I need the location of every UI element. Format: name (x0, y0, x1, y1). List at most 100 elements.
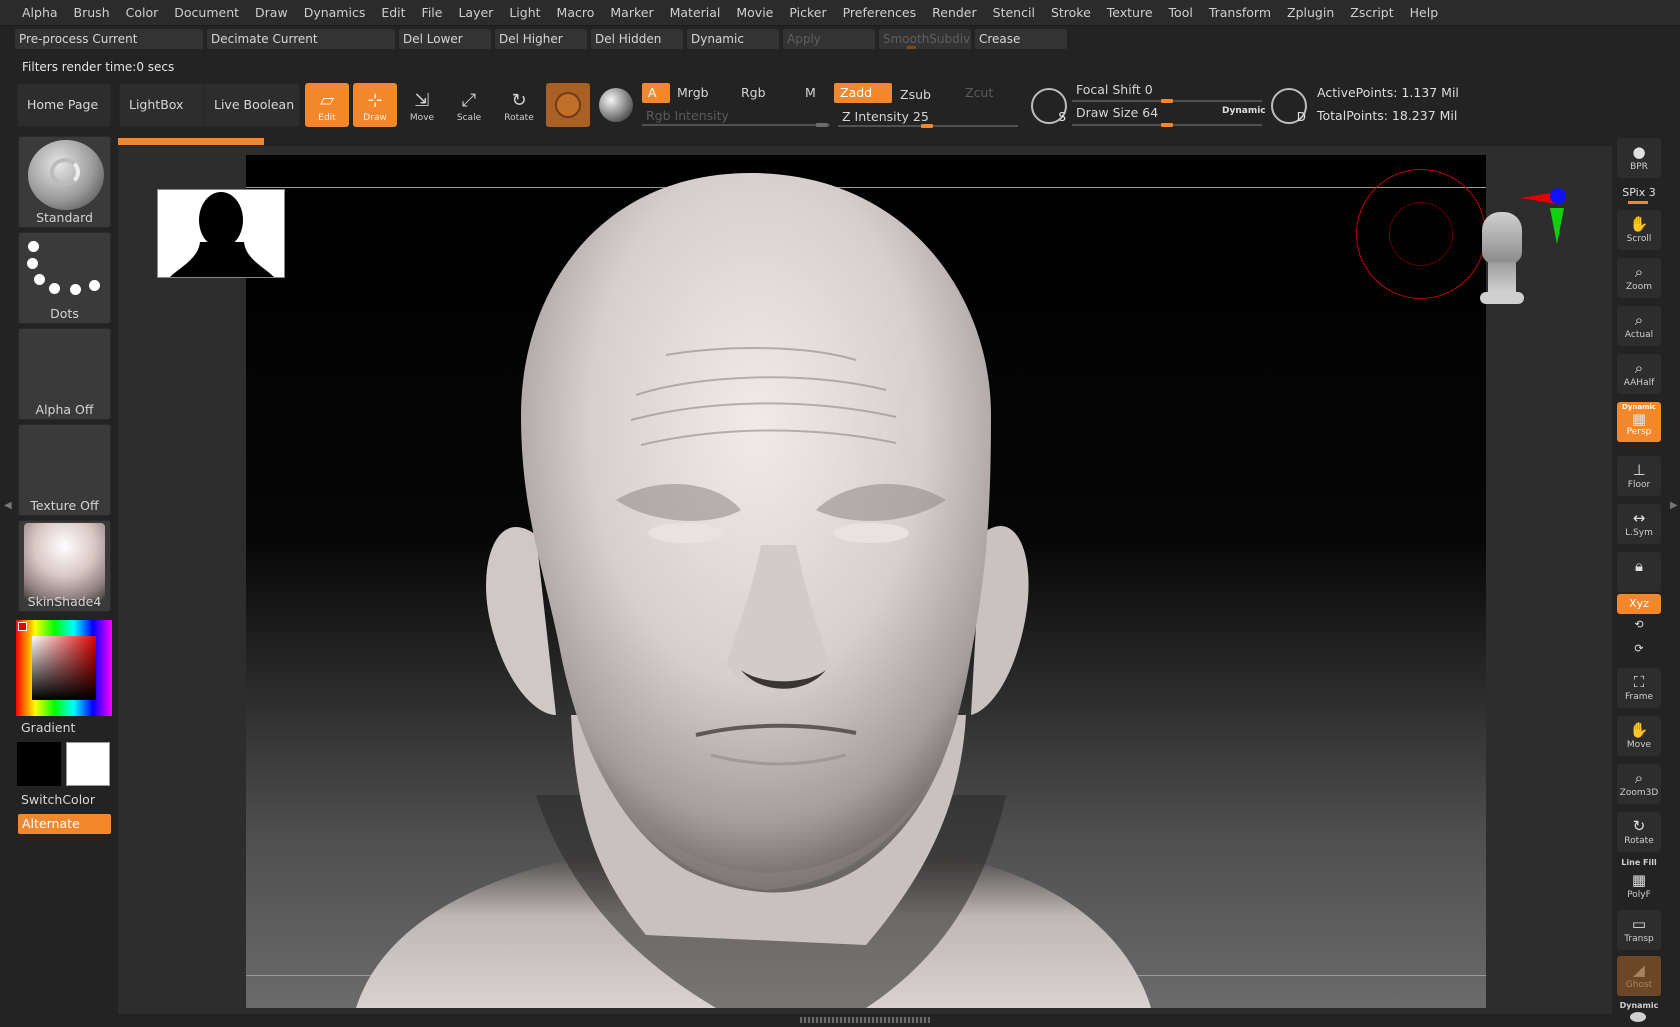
zoom3d-button[interactable]: ⌕ Zoom3D (1617, 764, 1661, 804)
zcut-toggle[interactable]: Zcut (959, 83, 1019, 103)
rotate-z-icon[interactable]: ⟳ (1617, 642, 1661, 655)
menu-file[interactable]: File (414, 5, 451, 20)
menu-marker[interactable]: Marker (602, 5, 661, 20)
stroke-selector[interactable]: Dots (18, 232, 111, 324)
menu-light[interactable]: Light (501, 5, 548, 20)
menu-material[interactable]: Material (662, 5, 729, 20)
command-row: Pre-process Current Decimate Current Del… (0, 27, 1680, 51)
persp-button[interactable]: Dynamic ▦ Persp (1617, 402, 1661, 442)
move-view-button[interactable]: ✋ Move (1617, 716, 1661, 756)
silhouette-thumbnail[interactable] (157, 189, 285, 278)
dynamic-size-toggle[interactable]: Dynamic (1222, 106, 1266, 116)
material-selector[interactable]: SkinShade4 (18, 520, 111, 612)
menu-color[interactable]: Color (118, 5, 167, 20)
menu-macro[interactable]: Macro (549, 5, 603, 20)
live-boolean-button[interactable]: Live Boolean (204, 83, 300, 127)
menu-dynamics[interactable]: Dynamics (296, 5, 374, 20)
rotate-mode-button[interactable]: ↻ Rotate (497, 83, 541, 127)
menu-preferences[interactable]: Preferences (835, 5, 925, 20)
viewport[interactable] (246, 155, 1486, 1008)
bottom-tray-handle[interactable] (800, 1017, 930, 1023)
brush-selector[interactable]: Standard (18, 136, 111, 228)
smoothsubdiv-slider[interactable]: SmoothSubdiv (879, 29, 971, 49)
menu-draw[interactable]: Draw (247, 5, 296, 20)
switch-color-button[interactable]: SwitchColor (21, 792, 95, 807)
decimate-current-button[interactable]: Decimate Current (207, 29, 395, 49)
menu-picker[interactable]: Picker (781, 5, 834, 20)
sculpted-head-model[interactable] (246, 155, 1486, 1008)
texture-selector[interactable]: Texture Off (18, 424, 111, 516)
rotate-y-icon[interactable]: ⟲ (1617, 618, 1661, 631)
axis-gizmo[interactable] (1520, 188, 1568, 246)
focal-shift-s-icon[interactable]: S (1031, 88, 1067, 124)
menu-render[interactable]: Render (924, 5, 985, 20)
a-toggle[interactable]: A (642, 83, 670, 103)
shading-sphere-icon[interactable] (599, 88, 633, 122)
color-picker[interactable] (16, 620, 112, 716)
spix-knob[interactable] (1628, 201, 1648, 204)
edit-mode-button[interactable]: ▱ Edit (305, 83, 349, 127)
scroll-button[interactable]: ✋ Scroll (1617, 210, 1661, 250)
material-picker-button[interactable] (546, 83, 590, 127)
z-intensity-knob[interactable] (921, 124, 933, 128)
left-tray-toggle-icon[interactable]: ◀ (4, 500, 12, 511)
dynamic-button[interactable]: Dynamic (687, 29, 779, 49)
menu-transform[interactable]: Transform (1201, 5, 1279, 20)
main-color-swatch[interactable] (17, 742, 61, 786)
draw-mode-button[interactable]: ⊹ Draw (353, 83, 397, 127)
rgb-intensity-track[interactable] (642, 124, 830, 126)
secondary-color-swatch[interactable] (66, 742, 110, 786)
alternate-button[interactable]: Alternate (18, 814, 111, 834)
home-page-button[interactable]: Home Page (17, 83, 111, 127)
apply-button[interactable]: Apply (783, 29, 875, 49)
bpr-render-button[interactable]: ● BPR (1617, 138, 1661, 178)
xyz-button[interactable]: Xyz (1617, 594, 1661, 614)
polyf-button[interactable]: ▦ PolyF (1617, 866, 1661, 902)
alpha-selector[interactable]: Alpha Off (18, 328, 111, 420)
dynamic-d-icon[interactable]: D (1271, 88, 1307, 124)
draw-size-knob[interactable] (1161, 123, 1173, 127)
menu-layer[interactable]: Layer (450, 5, 501, 20)
scale-mode-button[interactable]: ⤢ Scale (447, 83, 491, 127)
lock-button[interactable]: 🔒︎ (1617, 552, 1661, 592)
menu-stencil[interactable]: Stencil (985, 5, 1043, 20)
aahalf-button[interactable]: ⌕ AAHalf (1617, 354, 1661, 394)
del-higher-button[interactable]: Del Higher (495, 29, 587, 49)
menu-texture[interactable]: Texture (1099, 5, 1161, 20)
ghost-button[interactable]: ◢ Ghost (1617, 956, 1661, 996)
rgb-toggle[interactable]: Rgb (735, 83, 791, 103)
menu-brush[interactable]: Brush (66, 5, 118, 20)
menu-movie[interactable]: Movie (728, 5, 781, 20)
menu-tool[interactable]: Tool (1161, 5, 1201, 20)
menu-document[interactable]: Document (166, 5, 247, 20)
menu-zplugin[interactable]: Zplugin (1279, 5, 1342, 20)
zsub-toggle[interactable]: Zsub (894, 85, 954, 105)
menu-edit[interactable]: Edit (373, 5, 413, 20)
zadd-toggle[interactable]: Zadd (834, 83, 892, 103)
right-tray-toggle-icon[interactable]: ▶ (1670, 500, 1678, 511)
gradient-label[interactable]: Gradient (21, 720, 75, 735)
floor-button[interactable]: ⊥ Floor (1617, 456, 1661, 496)
zoom-button[interactable]: ⌕ Zoom (1617, 258, 1661, 298)
spix-slider[interactable]: SPix 3 (1617, 186, 1661, 199)
m-toggle[interactable]: M (799, 83, 829, 103)
move-mode-button[interactable]: ⇲ Move (400, 83, 444, 127)
lsym-button[interactable]: ↔ L.Sym (1617, 504, 1661, 544)
lightbox-button[interactable]: LightBox (119, 83, 206, 127)
preprocess-current-button[interactable]: Pre-process Current (15, 29, 203, 49)
rotate-view-button[interactable]: ↻ Rotate (1617, 812, 1661, 852)
crease-button[interactable]: Crease (975, 29, 1067, 49)
rgb-intensity-knob[interactable] (816, 123, 828, 127)
transp-button[interactable]: ▭ Transp (1617, 910, 1661, 950)
menu-help[interactable]: Help (1402, 5, 1447, 20)
menu-alpha[interactable]: Alpha (14, 5, 66, 20)
solo-toggle-icon[interactable] (1630, 1012, 1646, 1022)
menu-zscript[interactable]: Zscript (1342, 5, 1401, 20)
color-picker-field[interactable] (32, 636, 96, 700)
del-hidden-button[interactable]: Del Hidden (591, 29, 683, 49)
actual-button[interactable]: ⌕ Actual (1617, 306, 1661, 346)
del-lower-button[interactable]: Del Lower (399, 29, 491, 49)
frame-button[interactable]: ⛶ Frame (1617, 668, 1661, 708)
menu-stroke[interactable]: Stroke (1043, 5, 1099, 20)
mrgb-toggle[interactable]: Mrgb (671, 83, 731, 103)
